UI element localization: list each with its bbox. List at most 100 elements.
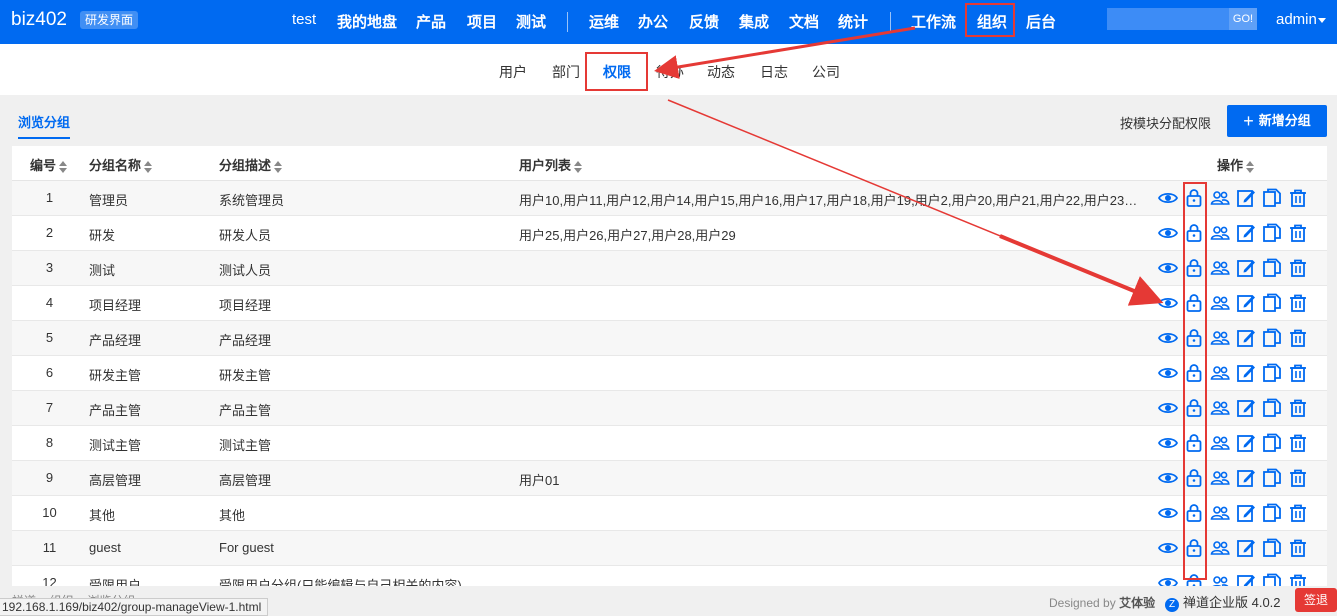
edit-icon[interactable] [1235,502,1257,524]
edit-icon[interactable] [1235,537,1257,559]
edit-icon[interactable] [1235,257,1257,279]
version-info[interactable]: Z 禅道企业版 4.0.2 [1165,592,1281,612]
members-icon[interactable] [1209,397,1231,419]
subnav-item-3[interactable]: 待办 [656,62,684,82]
edit-icon[interactable] [1235,327,1257,349]
view-icon[interactable] [1157,397,1179,419]
copy-icon[interactable] [1261,187,1283,209]
copy-icon[interactable] [1261,467,1283,489]
members-icon[interactable] [1209,432,1231,454]
cell-name: 管理员 [89,193,129,208]
signout-button[interactable]: 签退 [1295,588,1337,612]
members-icon[interactable] [1209,257,1231,279]
delete-icon[interactable] [1287,362,1309,384]
edit-icon[interactable] [1235,572,1257,586]
view-icon[interactable] [1157,327,1179,349]
members-icon[interactable] [1209,362,1231,384]
chevron-down-icon[interactable] [1318,18,1326,23]
delete-icon[interactable] [1287,292,1309,314]
subnav-item-0[interactable]: 用户 [499,62,527,82]
nav-item-2[interactable]: 产品 [416,11,446,32]
header-id[interactable]: 编号 [30,155,68,174]
copy-icon[interactable] [1261,432,1283,454]
view-icon[interactable] [1157,432,1179,454]
nav-item-3[interactable]: 项目 [467,11,497,32]
copy-icon[interactable] [1261,257,1283,279]
view-icon[interactable] [1157,537,1179,559]
subnav-item-4[interactable]: 动态 [707,62,735,82]
view-icon[interactable] [1157,362,1179,384]
subnav-item-5[interactable]: 日志 [760,62,788,82]
view-icon[interactable] [1157,292,1179,314]
nav-item-5[interactable]: 运维 [589,11,619,32]
edit-icon[interactable] [1235,397,1257,419]
nav-item-7[interactable]: 反馈 [689,11,719,32]
table-row: 9 高层管理 高层管理 用户01 [12,461,1327,496]
perm-by-module-link[interactable]: 按模块分配权限 [1120,113,1211,132]
header-users[interactable]: 用户列表 [519,155,583,174]
members-icon[interactable] [1209,222,1231,244]
edit-icon[interactable] [1235,187,1257,209]
view-icon[interactable] [1157,572,1179,586]
view-icon[interactable] [1157,467,1179,489]
edit-icon[interactable] [1235,432,1257,454]
members-icon[interactable] [1209,187,1231,209]
search-go-button[interactable]: GO! [1229,8,1257,30]
view-icon[interactable] [1157,257,1179,279]
subnav-item-1[interactable]: 部门 [552,62,580,82]
copy-icon[interactable] [1261,362,1283,384]
delete-icon[interactable] [1287,572,1309,586]
members-icon[interactable] [1209,292,1231,314]
nav-item-10[interactable]: 统计 [838,11,868,32]
nav-item-6[interactable]: 办公 [638,11,668,32]
view-icon[interactable] [1157,502,1179,524]
members-icon[interactable] [1209,572,1231,586]
delete-icon[interactable] [1287,187,1309,209]
delete-icon[interactable] [1287,537,1309,559]
brand-name[interactable]: biz402 [11,9,67,31]
copy-icon[interactable] [1261,572,1283,586]
edit-icon[interactable] [1235,292,1257,314]
search-input[interactable] [1107,8,1229,30]
edit-icon[interactable] [1235,362,1257,384]
header-name[interactable]: 分组名称 [89,155,153,174]
delete-icon[interactable] [1287,397,1309,419]
copy-icon[interactable] [1261,292,1283,314]
edit-icon[interactable] [1235,467,1257,489]
cell-desc: 系统管理员 [219,193,285,208]
copy-icon[interactable] [1261,537,1283,559]
nav-item-4[interactable]: 测试 [516,11,546,32]
cell-name: guest [89,540,121,555]
nav-item-9[interactable]: 文档 [789,11,819,32]
user-menu[interactable]: admin [1276,11,1317,28]
designer-name[interactable]: 艾体验 [1119,596,1155,610]
view-icon[interactable] [1157,187,1179,209]
delete-icon[interactable] [1287,432,1309,454]
header-desc[interactable]: 分组描述 [219,155,283,174]
delete-icon[interactable] [1287,467,1309,489]
copy-icon[interactable] [1261,502,1283,524]
delete-icon[interactable] [1287,257,1309,279]
members-icon[interactable] [1209,327,1231,349]
nav-item-11[interactable]: 工作流 [911,11,956,32]
nav-item-0[interactable]: test [292,11,316,28]
copy-icon[interactable] [1261,222,1283,244]
nav-item-8[interactable]: 集成 [739,11,769,32]
nav-item-13[interactable]: 后台 [1026,11,1056,32]
interface-badge[interactable]: 研发界面 [80,11,139,29]
nav-item-1[interactable]: 我的地盘 [337,11,397,32]
members-icon[interactable] [1209,537,1231,559]
copy-icon[interactable] [1261,397,1283,419]
delete-icon[interactable] [1287,222,1309,244]
delete-icon[interactable] [1287,502,1309,524]
delete-icon[interactable] [1287,327,1309,349]
subnav-item-6[interactable]: 公司 [812,62,840,82]
edit-icon[interactable] [1235,222,1257,244]
members-icon[interactable] [1209,502,1231,524]
copy-icon[interactable] [1261,327,1283,349]
add-group-button[interactable]: + 新增分组 [1227,105,1327,137]
members-icon[interactable] [1209,467,1231,489]
tab-browse-groups[interactable]: 浏览分组 [18,112,71,139]
view-icon[interactable] [1157,222,1179,244]
header-actions[interactable]: 操作 [1217,155,1255,174]
